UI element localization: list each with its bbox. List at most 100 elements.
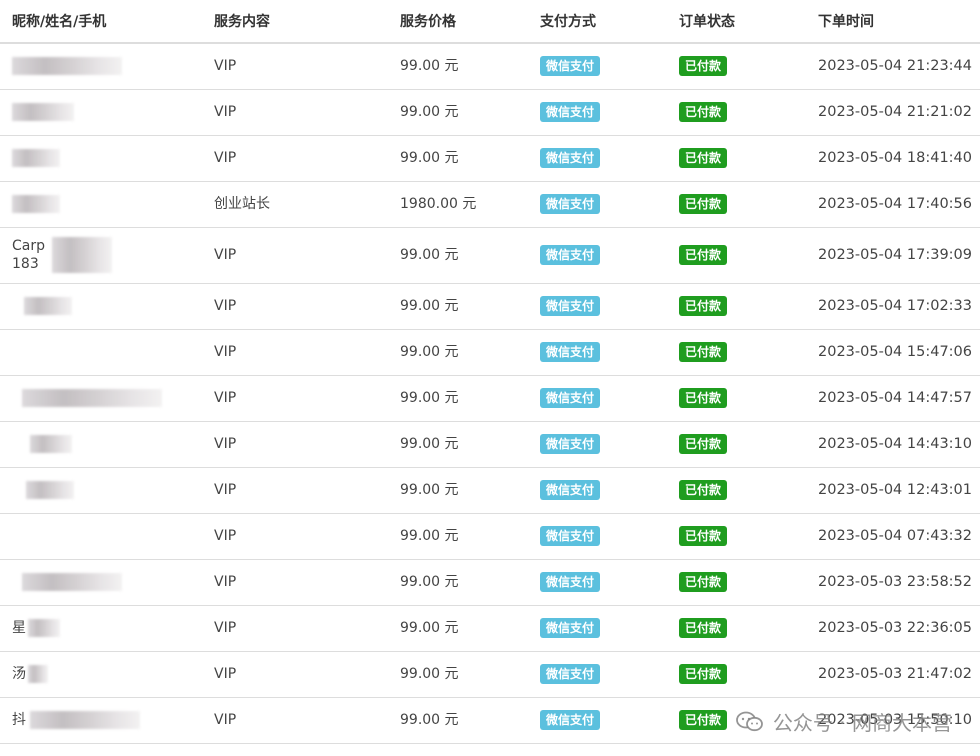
cell-status: 已付款 [667,651,806,698]
cell-nickname [0,329,202,376]
table-row[interactable]: VIP 99.00 元微信支付 已付款 2023-05-04 07:43:32 [0,513,980,560]
cell-nickname: Carp 183 [0,227,202,284]
nickname-redacted [12,103,202,121]
redaction-blur [26,481,74,499]
cell-payment: 微信支付 [528,375,667,422]
cell-nickname: 星 [0,605,202,652]
payment-badge: 微信支付 [540,572,601,592]
table-row[interactable]: VIP 99.00 元微信支付 已付款 2023-05-04 15:47:06 [0,329,980,376]
orders-body: VIP 99.00 元微信支付 已付款 2023-05-04 21:23:44 VIP 9… [0,43,980,744]
table-row[interactable]: VIP 99.00 元微信支付 已付款 2023-05-04 12:43:01 [0,467,980,514]
payment-badge: 微信支付 [540,618,601,638]
cell-status: 已付款 [667,283,806,330]
cell-service: VIP [202,283,388,330]
nickname-redacted [12,573,202,591]
nickname-redacted [12,149,202,167]
wechat-icon [736,711,763,731]
cell-service: VIP [202,43,388,90]
cell-payment: 微信支付 [528,227,667,284]
column-header-nickname[interactable]: 昵称/姓名/手机 [0,0,202,44]
column-header-status[interactable]: 订单状态 [667,0,806,44]
cell-service: VIP [202,467,388,514]
status-badge: 已付款 [679,480,728,500]
cell-price: 99.00 元 [388,513,528,560]
cell-payment: 微信支付 [528,89,667,136]
status-badge: 已付款 [679,618,728,638]
cell-service: VIP [202,697,388,744]
nickname-redacted [12,297,202,315]
redaction-blur [22,573,122,591]
cell-payment: 微信支付 [528,329,667,376]
table-row[interactable]: 星 VIP 99.00 元微信支付 已付款 2023-05-03 22:36:05 [0,605,980,652]
table-row[interactable]: VIP 99.00 元微信支付 已付款 2023-05-04 21:23:44 [0,43,980,90]
cell-status: 已付款 [667,375,806,422]
nickname-redacted: 抖 [12,711,202,729]
payment-badge: 微信支付 [540,56,601,77]
status-badge: 已付款 [679,245,728,265]
cell-status: 已付款 [667,135,806,182]
cell-price: 99.00 元 [388,559,528,606]
cell-order-time: 2023-05-03 22:36:05 [806,605,980,652]
cell-service: VIP [202,513,388,560]
table-row[interactable]: VIP 99.00 元微信支付 已付款 2023-05-04 14:43:10 [0,421,980,468]
table-row[interactable]: VIP 99.00 元微信支付 已付款 2023-05-03 23:58:52 [0,559,980,606]
cell-payment: 微信支付 [528,605,667,652]
cell-nickname [0,181,202,228]
column-header-price[interactable]: 服务价格 [388,0,528,44]
cell-nickname [0,135,202,182]
cell-price: 99.00 元 [388,421,528,468]
cell-price: 99.00 元 [388,375,528,422]
table-row[interactable]: 创业站长 1980.00 元微信支付 已付款 2023-05-04 17:40:56 [0,181,980,228]
cell-order-time: 2023-05-04 18:41:40 [806,135,980,182]
cell-order-time: 2023-05-04 07:43:32 [806,513,980,560]
cell-price: 99.00 元 [388,89,528,136]
payment-badge: 微信支付 [540,194,601,214]
table-row[interactable]: VIP 99.00 元微信支付 已付款 2023-05-04 14:47:57 [0,375,980,422]
payment-badge: 微信支付 [540,664,601,684]
column-header-payment[interactable]: 支付方式 [528,0,667,44]
nickname-redacted [12,57,202,76]
cell-status: 已付款 [667,43,806,90]
cell-order-time: 2023-05-04 14:43:10 [806,421,980,468]
table-row[interactable]: Carp 183 VIP 99.00 元微信支付 已付款 2023-05-04 17:39… [0,227,980,284]
nickname-redacted: Carp 183 [12,237,202,273]
status-badge: 已付款 [679,388,728,408]
cell-payment: 微信支付 [528,467,667,514]
cell-price: 99.00 元 [388,605,528,652]
table-row[interactable]: 汤 VIP 99.00 元微信支付 已付款 2023-05-03 21:47:02 [0,651,980,698]
cell-price: 99.00 元 [388,135,528,182]
nickname-redacted [12,435,202,453]
cell-status: 已付款 [667,421,806,468]
watermark-text: 公众号 · 网商大本营 [772,711,952,735]
phone-text: 183 [12,256,39,272]
cell-status: 已付款 [667,513,806,560]
cell-payment: 微信支付 [528,559,667,606]
table-row[interactable]: VIP 99.00 元微信支付 已付款 2023-05-04 21:21:02 [0,89,980,136]
orders-table: 昵称/姓名/手机 服务内容 服务价格 支付方式 订单状态 下单时间 VIP 99.… [0,0,980,744]
cell-status: 已付款 [667,559,806,606]
cell-price: 1980.00 元 [388,181,528,228]
cell-nickname [0,467,202,514]
redaction-blur [28,619,60,637]
table-row[interactable]: VIP 99.00 元微信支付 已付款 2023-05-04 18:41:40 [0,135,980,182]
cell-service: VIP [202,135,388,182]
cell-price: 99.00 元 [388,467,528,514]
cell-price: 99.00 元 [388,43,528,90]
cell-price: 99.00 元 [388,329,528,376]
cell-payment: 微信支付 [528,697,667,744]
nickname-text: 星 [12,620,26,636]
cell-status: 已付款 [667,605,806,652]
redaction-blur [30,435,72,453]
status-badge: 已付款 [679,148,728,168]
table-header-row: 昵称/姓名/手机 服务内容 服务价格 支付方式 订单状态 下单时间 [0,0,980,44]
column-header-time[interactable]: 下单时间 [806,0,980,44]
status-badge: 已付款 [679,526,728,546]
redaction-blur [22,389,162,407]
table-row[interactable]: VIP 99.00 元微信支付 已付款 2023-05-04 17:02:33 [0,283,980,330]
cell-payment: 微信支付 [528,283,667,330]
cell-nickname: 汤 [0,651,202,698]
column-header-service[interactable]: 服务内容 [202,0,388,44]
redaction-blur [30,711,140,729]
cell-payment: 微信支付 [528,181,667,228]
payment-badge: 微信支付 [540,245,601,265]
